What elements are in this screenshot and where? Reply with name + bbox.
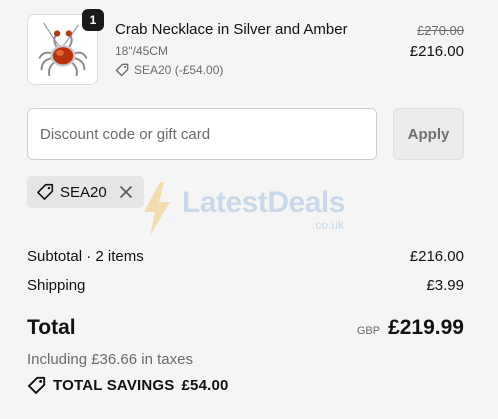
savings-value: £54.00 <box>181 377 229 394</box>
currency-code: GBP <box>356 325 381 337</box>
latestdeals-watermark: LatestDeals .co.uk <box>140 180 370 240</box>
remove-discount-button[interactable] <box>117 183 135 201</box>
item-discount-label: SEA20 (-£54.00) <box>134 63 224 77</box>
product-title: Crab Necklace in Silver and Amber <box>115 21 348 38</box>
original-price: £270.00 <box>417 23 464 38</box>
total-amount-group: GBP £219.99 <box>357 316 464 340</box>
product-variant: 18"/45CM <box>115 44 168 58</box>
tag-icon <box>28 376 46 394</box>
savings-label: TOTAL SAVINGS <box>53 377 175 394</box>
total-row: Total GBP £219.99 <box>27 316 464 340</box>
subtotal-label: Subtotal · 2 items <box>27 248 144 265</box>
apply-button[interactable]: Apply <box>393 108 464 160</box>
applied-code-label: SEA20 <box>60 183 107 201</box>
close-icon <box>119 186 132 198</box>
tag-icon <box>115 63 129 77</box>
applied-discount-tag: SEA20 <box>27 176 144 208</box>
shipping-value: £3.99 <box>426 277 464 294</box>
shipping-row: Shipping £3.99 <box>27 277 464 294</box>
total-savings: TOTAL SAVINGS £54.00 <box>27 376 229 395</box>
total-label: Total <box>27 316 76 339</box>
subtotal-value: £216.00 <box>409 248 464 265</box>
taxes-note: Including £36.66 in taxes <box>27 351 193 368</box>
tag-icon <box>37 183 54 200</box>
watermark-text: LatestDeals <box>182 186 345 219</box>
product-thumbnail: 1 <box>27 9 104 85</box>
subtotal-row: Subtotal · 2 items £216.00 <box>27 248 464 265</box>
discount-code-input[interactable] <box>27 108 377 160</box>
total-value: £219.99 <box>388 316 464 339</box>
lightning-bolt-icon <box>144 182 170 236</box>
line-item: 1 Crab Necklace in Silver and Amber 18"/… <box>27 9 467 86</box>
shipping-label: Shipping <box>27 277 86 294</box>
final-price: £216.00 <box>409 43 464 60</box>
item-discount: SEA20 (-£54.00) <box>115 63 223 77</box>
watermark-suffix: .co.uk <box>312 218 345 232</box>
quantity-badge: 1 <box>82 9 104 31</box>
